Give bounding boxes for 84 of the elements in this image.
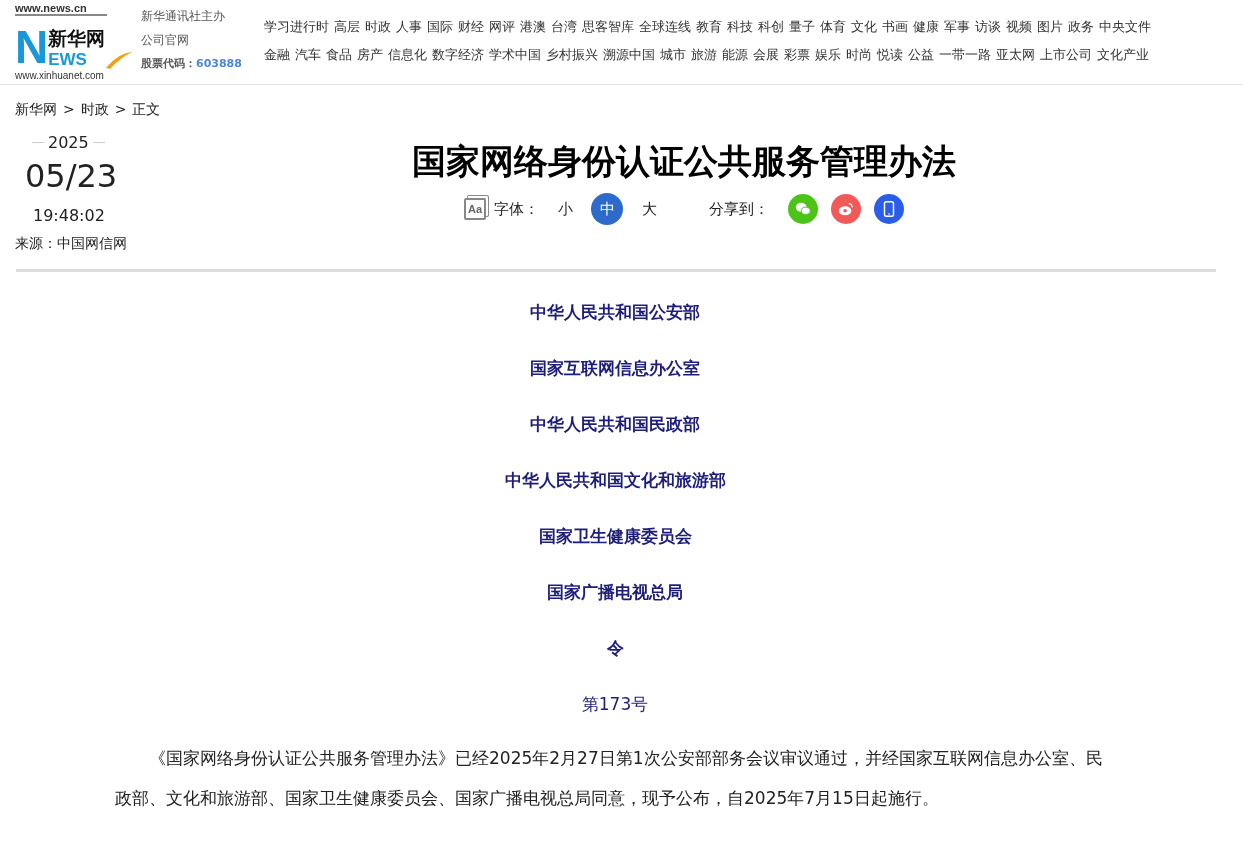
company-text: 公司官网 bbox=[141, 32, 190, 49]
logo-name: 新华网 bbox=[48, 26, 106, 49]
issuer-heading: 令 bbox=[605, 637, 625, 660]
nav-link[interactable]: 国际 bbox=[426, 18, 453, 36]
issuer-heading: 中华人民共和国文化和旅游部 bbox=[503, 469, 727, 492]
font-size-option[interactable]: 中 bbox=[591, 193, 624, 225]
font-size-option[interactable]: 小 bbox=[549, 193, 582, 225]
issuer-heading: 中华人民共和国民政部 bbox=[529, 413, 701, 436]
nav-link[interactable]: 学术中国 bbox=[488, 46, 541, 64]
breadcrumb-separator: > bbox=[114, 101, 127, 119]
nav-link[interactable]: 娱乐 bbox=[814, 46, 841, 64]
nav-link[interactable]: 房产 bbox=[356, 46, 383, 64]
nav-link[interactable]: 亚太网 bbox=[995, 46, 1035, 64]
font-size-icon: Aa bbox=[463, 198, 487, 220]
nav-link[interactable]: 科技 bbox=[726, 18, 753, 36]
nav-link[interactable]: 台湾 bbox=[550, 18, 577, 36]
breadcrumb-link[interactable]: 时政 bbox=[80, 101, 109, 119]
nav-link[interactable]: 上市公司 bbox=[1039, 46, 1092, 64]
nav-link[interactable]: 人事 bbox=[395, 18, 422, 36]
nav-link[interactable]: 公益 bbox=[907, 46, 934, 64]
nav-link[interactable]: 中央文件 bbox=[1098, 18, 1151, 36]
nav-link[interactable]: 军事 bbox=[943, 18, 970, 36]
nav-link[interactable]: 教育 bbox=[695, 18, 722, 36]
nav-link[interactable]: 量子 bbox=[788, 18, 815, 36]
phone-icon[interactable] bbox=[874, 194, 905, 224]
order-number: 第173号 bbox=[580, 693, 650, 716]
nav-link[interactable]: 能源 bbox=[721, 46, 748, 64]
logo-url: www.news.cn bbox=[15, 2, 107, 16]
nav-link[interactable]: 金融 bbox=[263, 46, 290, 64]
breadcrumb-separator: > bbox=[63, 101, 75, 119]
eye-waves-icon[interactable] bbox=[831, 194, 862, 224]
nav-link[interactable]: 一带一路 bbox=[938, 46, 991, 64]
nav-link[interactable]: 数字经济 bbox=[431, 46, 484, 64]
breadcrumb-link[interactable]: 新华网 bbox=[15, 101, 57, 119]
nav-link[interactable]: 图片 bbox=[1036, 18, 1063, 36]
font-size-option[interactable]: 大 bbox=[633, 193, 666, 225]
nav-link[interactable]: 会展 bbox=[752, 46, 779, 64]
nav-link[interactable]: 彩票 bbox=[783, 46, 810, 64]
source-text: 来源：中国网信网 bbox=[15, 235, 127, 253]
nav-link[interactable]: 思客智库 bbox=[581, 18, 634, 36]
year: 2025 bbox=[48, 133, 89, 152]
nav-link[interactable]: 体育 bbox=[819, 18, 846, 36]
logo-news: EWS bbox=[48, 50, 87, 70]
nav-link[interactable]: 视频 bbox=[1005, 18, 1032, 36]
issuer-heading: 中华人民共和国公安部 bbox=[529, 301, 701, 324]
nav-link[interactable]: 政务 bbox=[1067, 18, 1094, 36]
stock-code: 603888 bbox=[196, 57, 242, 70]
nav-link[interactable]: 信息化 bbox=[387, 46, 427, 64]
nav-link[interactable]: 文化产业 bbox=[1096, 46, 1149, 64]
nav-link[interactable]: 高层 bbox=[333, 18, 360, 36]
article-title: 国家网络身份认证公共服务管理办法 bbox=[412, 140, 956, 183]
logo-url: www.xinhuanet.com bbox=[15, 70, 105, 81]
chat-bubbles-icon[interactable] bbox=[788, 194, 819, 224]
nav-link[interactable]: 全球连线 bbox=[638, 18, 691, 36]
nav-link[interactable]: 汽车 bbox=[294, 46, 321, 64]
nav-link[interactable]: 悦读 bbox=[876, 46, 903, 64]
company-text: 新华通讯社主办 bbox=[141, 8, 226, 25]
nav-link[interactable]: 港澳 bbox=[519, 18, 546, 36]
nav-link[interactable]: 访谈 bbox=[974, 18, 1001, 36]
logo-letter: N bbox=[15, 24, 49, 70]
nav-link[interactable]: 书画 bbox=[881, 18, 908, 36]
nav-link[interactable]: 时政 bbox=[364, 18, 391, 36]
nav-link[interactable]: 网评 bbox=[488, 18, 515, 36]
stock-label: 股票代码： bbox=[141, 57, 196, 70]
issuer-heading: 国家卫生健康委员会 bbox=[537, 525, 693, 548]
nav-link[interactable]: 旅游 bbox=[690, 46, 717, 64]
nav-link[interactable]: 文化 bbox=[850, 18, 877, 36]
nav-link[interactable]: 学习进行时 bbox=[263, 18, 329, 36]
nav-link[interactable]: 科创 bbox=[757, 18, 784, 36]
article-paragraph: 《国家网络身份认证公共服务管理办法》已经2025年2月27日第1次公安部部务会议审议通过，并经国家互联网信息办公室、民政部、文化和旅游部、国家卫生健康委员会、国家广播电视总局同意，现予公布，自2025年7月15日起施行。 bbox=[115, 747, 1104, 810]
nav-link[interactable]: 城市 bbox=[659, 46, 686, 64]
font-size-label: 字体： bbox=[494, 199, 540, 219]
nav-link[interactable]: 乡村振兴 bbox=[545, 46, 598, 64]
nav-link[interactable]: 财经 bbox=[457, 18, 484, 36]
nav-link[interactable]: 时尚 bbox=[845, 46, 872, 64]
breadcrumb-link[interactable]: 正文 bbox=[132, 101, 161, 119]
nav-link[interactable]: 食品 bbox=[325, 46, 352, 64]
nav-link[interactable]: 健康 bbox=[912, 18, 939, 36]
share-label: 分享到： bbox=[709, 199, 770, 219]
issuer-heading: 国家广播电视总局 bbox=[546, 581, 684, 604]
nav-link[interactable]: 溯源中国 bbox=[602, 46, 655, 64]
date: 05/23 bbox=[25, 156, 118, 196]
time: 19:48:02 bbox=[33, 206, 105, 225]
issuer-heading: 国家互联网信息办公室 bbox=[529, 357, 701, 380]
